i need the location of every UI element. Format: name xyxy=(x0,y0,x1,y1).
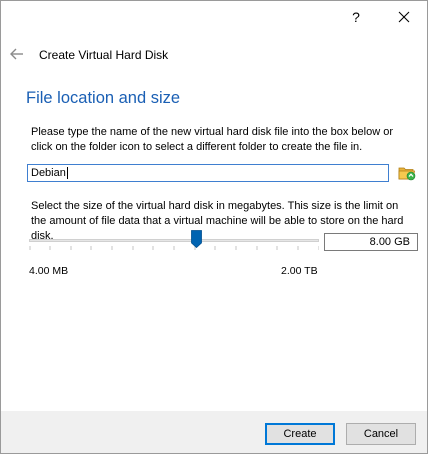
choose-folder-button[interactable] xyxy=(397,163,417,183)
slider-max-label: 2.00 TB xyxy=(281,265,318,277)
slider-ticks xyxy=(29,246,319,250)
back-arrow-icon xyxy=(10,48,23,60)
help-button[interactable]: ? xyxy=(341,5,371,29)
size-input[interactable]: 8.00 GB xyxy=(324,233,418,251)
size-slider[interactable] xyxy=(29,229,319,253)
create-button[interactable]: Create xyxy=(265,423,335,445)
file-name-input[interactable]: Debian xyxy=(27,164,389,182)
back-button[interactable] xyxy=(9,47,25,61)
close-icon xyxy=(398,11,410,23)
close-button[interactable] xyxy=(389,5,419,29)
wizard-title: Create Virtual Hard Disk xyxy=(39,48,169,62)
button-bar: Create Cancel xyxy=(1,411,427,453)
folder-icon xyxy=(398,167,416,181)
wizard-header: Create Virtual Hard Disk xyxy=(1,41,427,71)
text-caret xyxy=(66,167,68,180)
title-bar: ? xyxy=(1,1,427,33)
slider-track xyxy=(29,239,319,242)
slider-thumb[interactable] xyxy=(190,230,202,248)
cancel-button[interactable]: Cancel xyxy=(346,423,416,445)
section-title: File location and size xyxy=(26,89,181,107)
slider-min-label: 4.00 MB xyxy=(29,265,69,277)
file-name-value: Debian xyxy=(31,167,66,179)
file-location-description: Please type the name of the new virtual … xyxy=(31,126,393,153)
dialog-window: ? Create Virtual Hard Disk File location… xyxy=(0,0,428,454)
